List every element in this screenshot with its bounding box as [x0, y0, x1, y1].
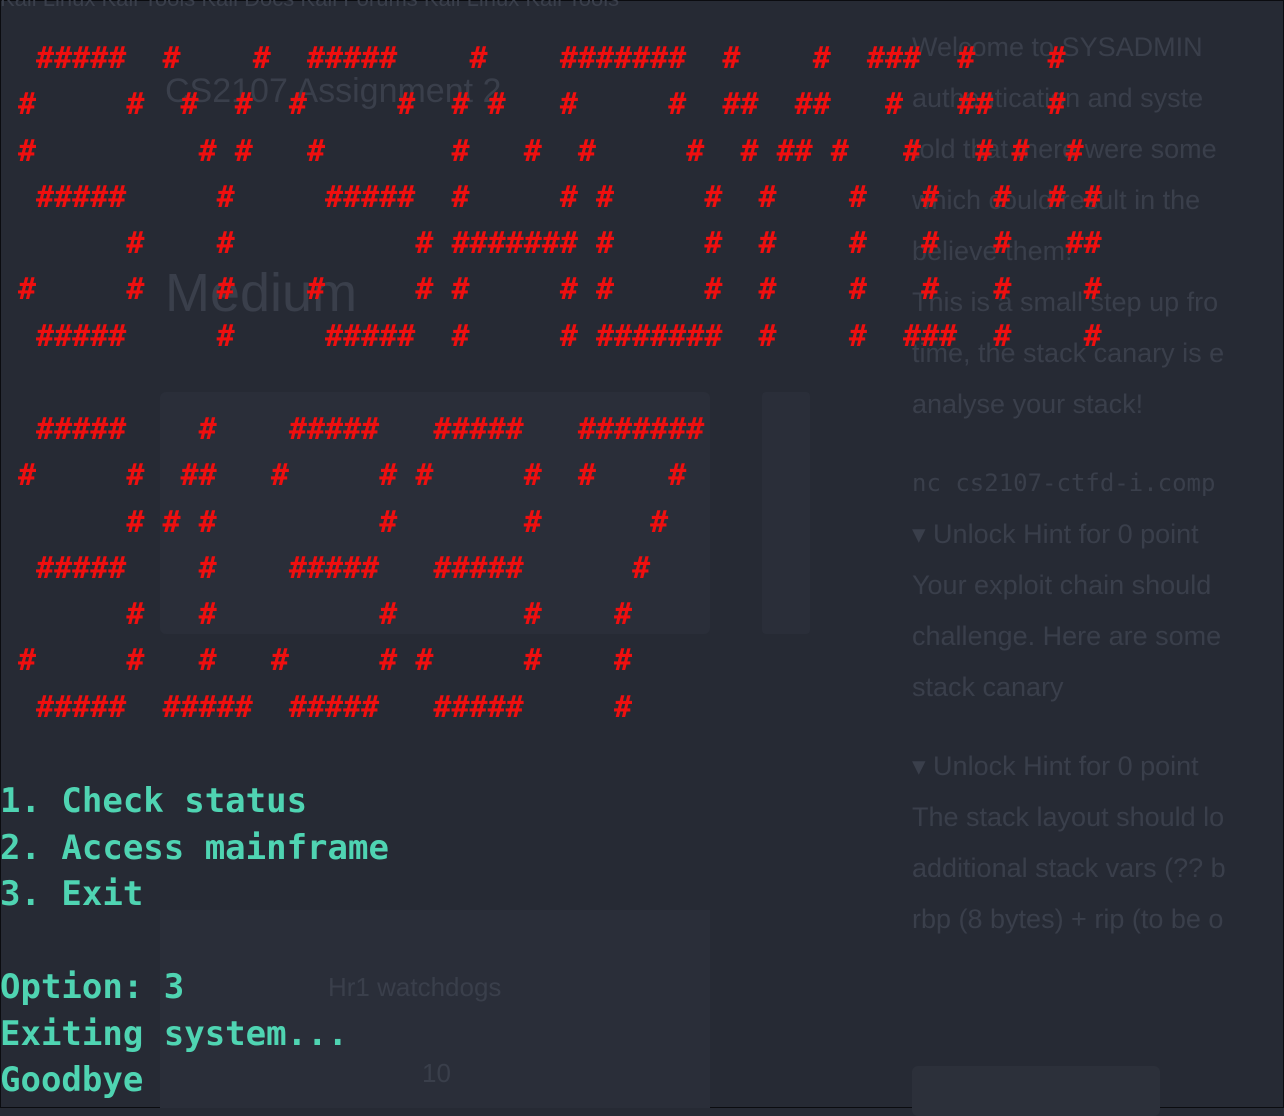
terminal-menu: 1. Check status 2. Access mainframe 3. E…: [0, 778, 389, 1104]
menu-item-exit: 3. Exit: [0, 874, 144, 914]
menu-item-access-mainframe: 2. Access mainframe: [0, 827, 389, 868]
option-input-value[interactable]: 3: [164, 967, 184, 1007]
ascii-banner-sysadmin: ##### # # ##### # ####### # # ### # # # …: [18, 41, 1102, 354]
goodbye-message: Goodbye: [0, 1060, 144, 1100]
option-prompt-label: Option:: [0, 967, 164, 1007]
exit-message: Exiting system...: [0, 1013, 348, 1054]
menu-item-check-status: 1. Check status: [0, 781, 308, 821]
option-prompt: Option: 3: [0, 964, 389, 1011]
terminal-output[interactable]: ##### # # ##### # ####### # # ### # # # …: [0, 0, 1284, 1108]
ascii-banner-number: ##### # ##### ##### ####### # # ## # # #…: [18, 412, 705, 725]
